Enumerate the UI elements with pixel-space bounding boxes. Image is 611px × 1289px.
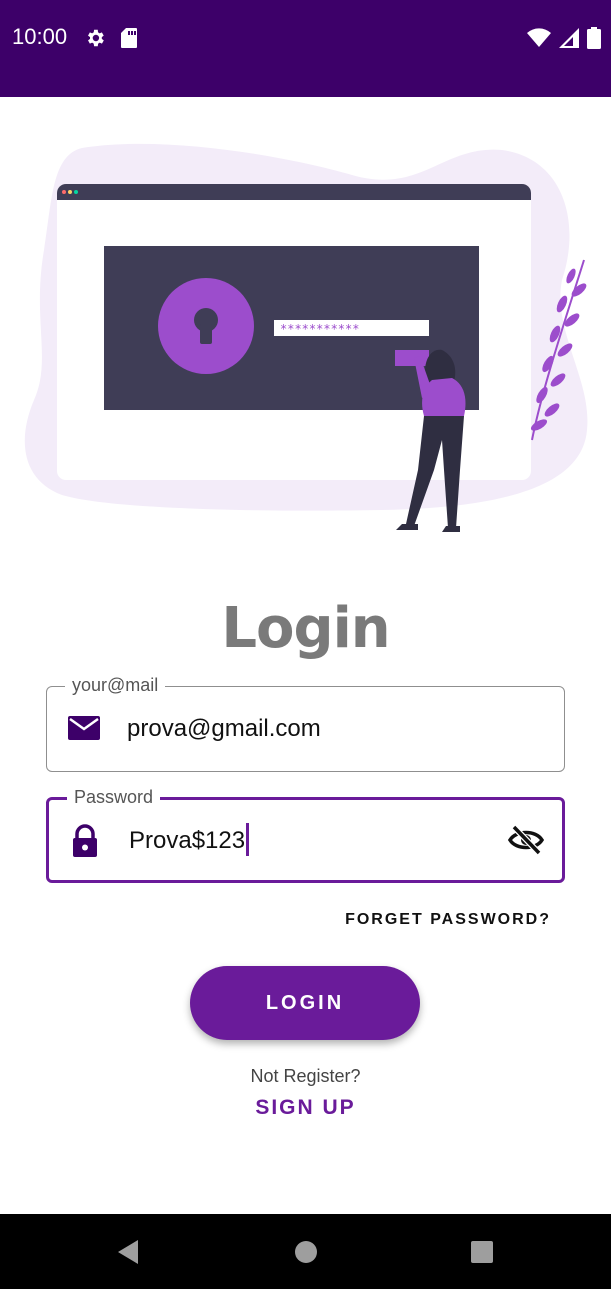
battery-icon (587, 27, 601, 54)
not-register-text: Not Register? (250, 1066, 361, 1086)
login-button[interactable]: LOGIN (190, 966, 420, 1040)
text-caret (246, 822, 250, 856)
password-mask-text: *********** (280, 322, 359, 336)
eye-off-icon[interactable] (507, 824, 545, 856)
status-left-icons (84, 27, 138, 54)
status-time: 10:00 (12, 24, 68, 49)
cellular-signal-icon (559, 28, 579, 53)
password-input-text: Prova$123 (129, 827, 246, 854)
email-field-label: your@mail (65, 675, 166, 696)
recents-icon[interactable] (470, 1239, 494, 1270)
sign-up-link[interactable]: SIGN UP (0, 1096, 611, 1120)
email-input[interactable]: prova@gmail.com (127, 715, 321, 743)
status-bar: 10:00 (0, 0, 611, 97)
password-field[interactable]: Password Prova$123 (46, 787, 565, 883)
status-right-icons (527, 27, 601, 54)
home-icon[interactable] (294, 1239, 318, 1270)
back-icon[interactable] (116, 1239, 140, 1270)
navigation-bar (0, 1214, 611, 1289)
password-input[interactable]: Prova$123 (129, 822, 250, 856)
email-field[interactable]: your@mail prova@gmail.com (46, 675, 565, 772)
password-field-label: Password (67, 787, 161, 808)
page-title: Login (221, 596, 390, 661)
lock-icon (71, 824, 99, 863)
gear-icon (84, 27, 106, 54)
wifi-icon (527, 28, 551, 53)
login-illustration: *********** (22, 140, 592, 535)
mail-icon (67, 713, 101, 748)
forget-password-link[interactable]: FORGET PASSWORD? (345, 911, 551, 929)
sd-card-icon (120, 27, 138, 54)
